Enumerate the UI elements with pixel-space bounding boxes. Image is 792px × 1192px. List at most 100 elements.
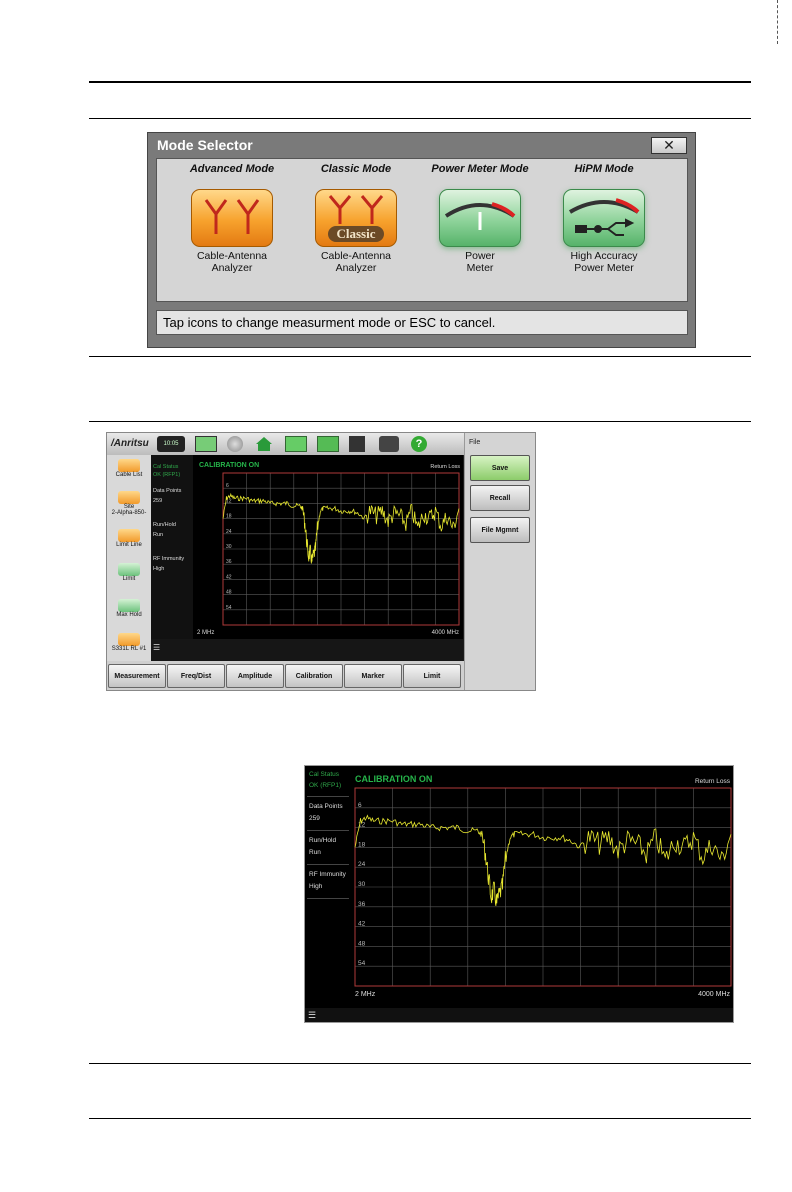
measurement-label: Return Loss [694,778,730,785]
recall-button[interactable]: Recall [470,485,530,511]
y-tick-label: 42 [226,574,232,580]
softkey-calibration[interactable]: Calibration [285,664,343,688]
divider [307,864,349,865]
data-points-label: Data Points [153,488,182,494]
mode-selector-dialog: Mode Selector ✕ Advanced Mode Cable-Ante… [147,132,696,348]
limit-button[interactable]: Limit [107,561,151,582]
status-panel: Cal Status OK (RFP1) Data Points 259 Run… [305,766,351,1008]
data-points-label: Data Points [309,803,343,810]
y-tick-label: 36 [226,559,232,565]
antenna-classic-icon: Classic [315,189,397,247]
camera-icon[interactable] [379,436,399,452]
rf-immunity-value: High [309,883,323,890]
file-menu-title: File [469,439,481,446]
classic-badge: Classic [328,226,384,242]
mail-icon[interactable] [317,436,339,452]
data-points-value: 259 [153,498,163,504]
mode-hipm[interactable]: HiPM Mode High Accuracy Power Meter [549,163,659,274]
calibration-banner: CALIBRATION ON [199,462,260,469]
mode-title: Power Meter Mode [431,163,529,175]
y-tick-label: 6 [358,802,362,809]
limit-line-icon [118,529,140,542]
divider [307,796,349,797]
setup-button[interactable]: S331L RL #1 [107,631,151,652]
dialog-titlebar: Mode Selector ✕ [148,133,695,157]
settings-sliders-icon[interactable]: ☰ [308,1010,316,1021]
y-tick-label: 42 [358,921,366,928]
close-button[interactable]: ✕ [651,137,687,154]
softkey-limit[interactable]: Limit [403,664,461,688]
save-icon[interactable] [349,436,365,452]
y-tick-label: 36 [358,901,366,908]
gauge-icon [118,563,140,576]
run-hold-value: Run [153,532,164,538]
antenna-icon [118,459,140,472]
y-tick-label: 54 [226,605,232,611]
stop-frequency: 4000 MHz [698,991,730,998]
power-meter-gauge-icon [439,189,521,247]
status-strip: ☰ [305,1008,733,1022]
rf-immunity-value: High [153,566,165,572]
antenna-icon [118,633,140,646]
help-icon[interactable]: ? [411,436,427,452]
usb-sensor-gauge-icon [563,189,645,247]
status-strip: ☰ [151,639,463,661]
file-mgmt-button[interactable]: File Mgmnt [470,517,530,543]
layout-icon[interactable] [285,436,307,452]
zoomed-measurement-view: Cal Status OK (RFP1) Data Points 259 Run… [304,765,734,1023]
instrument-screen: /Anritsu 10:05 ? Cable List Site 2-Alpha… [106,432,536,691]
data-points-value: 259 [309,815,320,822]
y-tick-label: 6 [226,483,229,489]
cal-status-label: Cal Status [309,771,339,778]
mode-label: High Accuracy Power Meter [570,250,638,274]
section-rule-4 [89,1063,751,1064]
trace-chart: 61218243036424854 [222,472,460,626]
cal-status-value: OK (RFP1) [309,782,342,789]
header-rule [89,81,751,83]
y-tick-label: 24 [358,861,366,868]
softkey-bar: Measurement Freq/Dist Amplitude Calibrat… [107,661,464,690]
calibration-banner: CALIBRATION ON [355,774,433,784]
mode-icon-column: Cable List Site 2-Alpha-850- Limit Line … [107,455,151,661]
battery-icon [195,436,217,452]
start-frequency: 2 MHz [197,630,215,636]
start-frequency: 2 MHz [355,991,376,998]
mode-title: HiPM Mode [574,163,634,175]
measurement-label: Return Loss [430,464,460,470]
cable-list-button[interactable]: Cable List [107,457,151,478]
status-panel: Cal Status OK (RFP1) Data Points 259 Run… [151,455,193,639]
softkey-amplitude[interactable]: Amplitude [226,664,284,688]
cal-status-value: OK (RFP1) [153,472,181,478]
softkey-marker[interactable]: Marker [344,664,402,688]
softkey-freq-dist[interactable]: Freq/Dist [167,664,225,688]
y-tick-label: 30 [358,881,366,888]
site-icon [118,491,140,504]
section-rule-2 [89,356,751,357]
softkey-measurement[interactable]: Measurement [108,664,166,688]
close-icon: ✕ [663,137,675,153]
y-tick-label: 18 [226,514,232,520]
mode-advanced[interactable]: Advanced Mode Cable-Antenna Analyzer [177,163,287,274]
save-button[interactable]: Save [470,455,530,481]
limit-line-button[interactable]: Limit Line [107,527,151,548]
divider [307,898,349,899]
rf-immunity-label: RF Immunity [153,556,185,562]
mode-classic[interactable]: Classic Mode Classic Cable-Antenna Analy… [301,163,411,274]
gauge-icon [118,599,140,612]
run-hold-label: Run/Hold [153,522,176,528]
section-rule-1 [89,118,751,119]
mode-label: Cable-Antenna Analyzer [320,250,392,274]
run-hold-label: Run/Hold [309,837,337,844]
section-rule-3 [89,421,751,422]
mode-title: Advanced Mode [189,163,275,175]
mode-power-meter[interactable]: Power Meter Mode Power Meter [425,163,535,274]
run-hold-value: Run [309,849,321,856]
return-loss-plot: 6 12 18 24 30 36 42 48 54 CALIBRATION ON Return … [193,455,463,639]
site-button[interactable]: Site 2-Alpha-850- [107,489,151,516]
home-icon[interactable] [255,436,273,452]
max-hold-button[interactable]: Max Hold [107,597,151,618]
mode-title: Classic Mode [320,163,392,175]
settings-sliders-icon[interactable]: ☰ [153,643,160,652]
globe-icon[interactable] [227,436,243,452]
mode-label: Cable-Antenna Analyzer [196,250,268,274]
